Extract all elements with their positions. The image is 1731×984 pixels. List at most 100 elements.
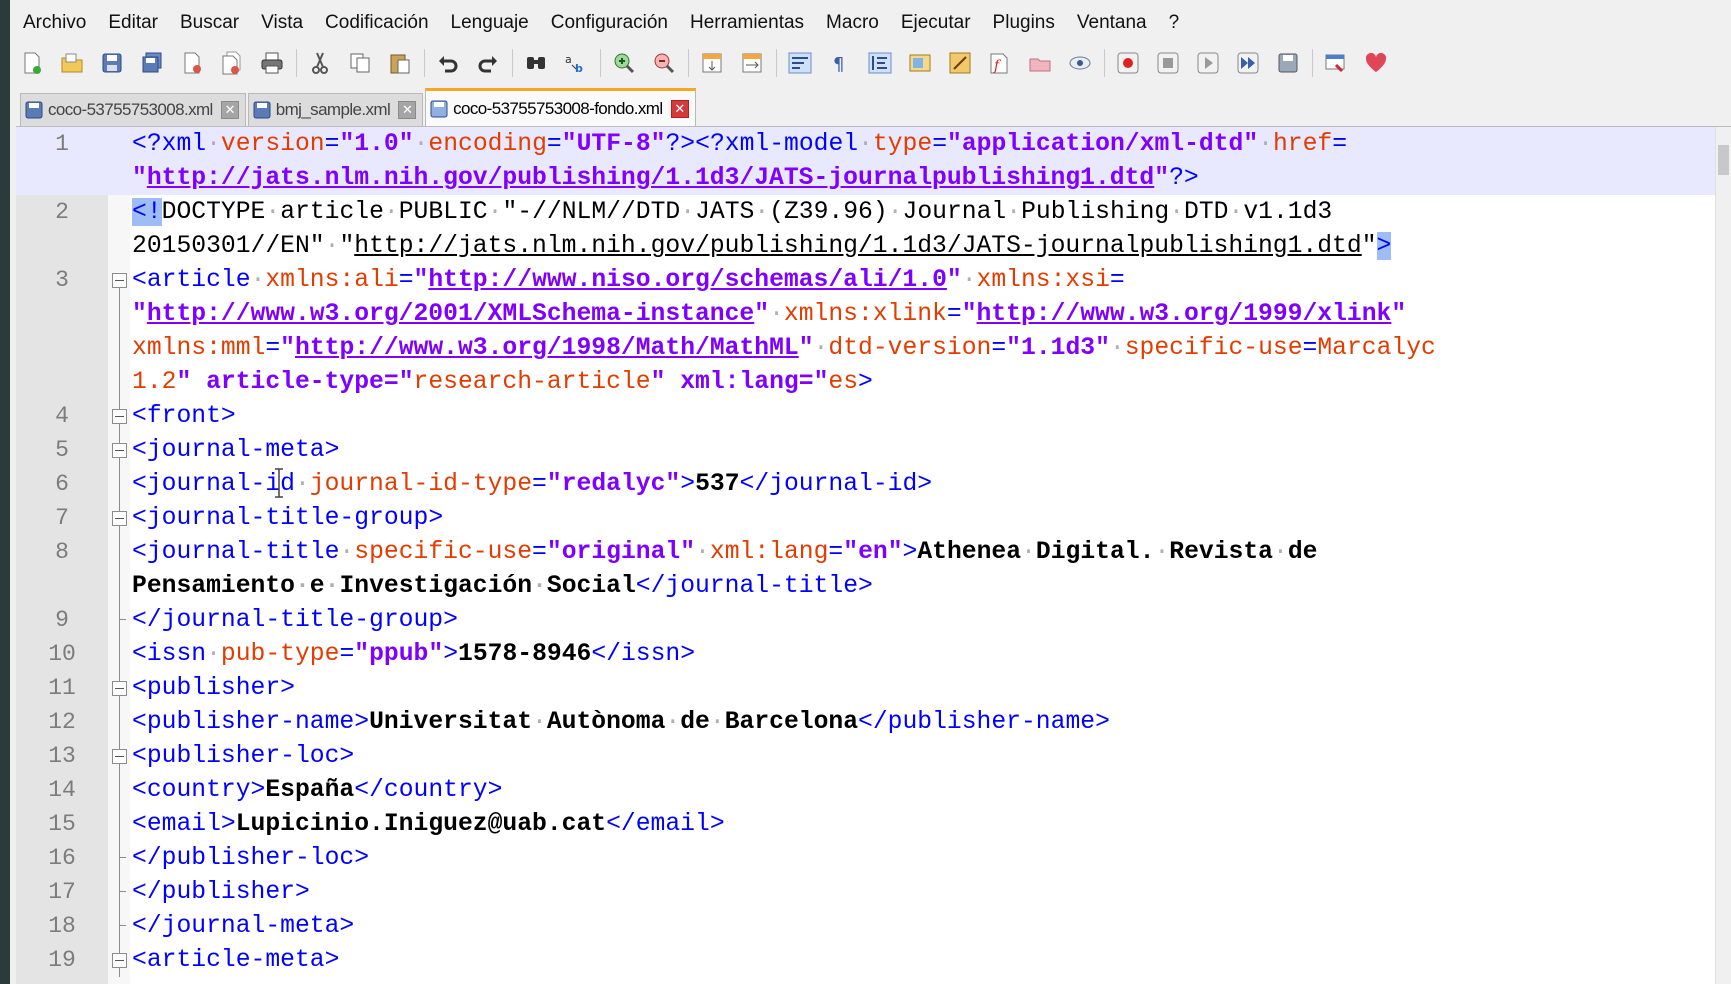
fold-toggle-icon[interactable] [109,399,129,433]
code-line[interactable]: 10 <issn·pub-type="ppub">1578-8946</issn> [16,637,1716,671]
menu-vista[interactable]: Vista [250,0,314,46]
code-line[interactable]: 15 <email>Lupicinio.Iniguez@uab.cat</emai… [16,807,1716,841]
undo-icon[interactable] [434,49,462,77]
save-all-icon[interactable] [138,49,166,77]
run-macro-multiple-icon[interactable] [1234,49,1262,77]
fold-toggle-icon[interactable] [109,739,129,773]
code-text[interactable]: <journal-title-group> [132,501,443,535]
copy-icon[interactable] [346,49,374,77]
scrollbar-thumb[interactable] [1718,145,1729,175]
code-line[interactable]: 3 <article·xmlns:ali="http://www.niso.org… [16,263,1716,297]
code-text[interactable]: <journal-id·journal-id-type="redalyc">53… [132,467,932,501]
code-text[interactable]: Pensamiento·e·Investigación·Social</jour… [132,569,873,603]
code-text[interactable]: <article·xmlns:ali="http://www.niso.org/… [132,263,1125,297]
code-text[interactable]: <email>Lupicinio.Iniguez@uab.cat</email> [132,807,725,841]
vertical-scrollbar[interactable] [1715,127,1731,984]
fold-toggle-icon[interactable] [109,433,129,467]
code-line[interactable]: 20150301//EN"·"http://jats.nlm.nih.gov/p… [16,229,1716,263]
tab-bmj-sample[interactable]: bmj_sample.xml ✕ [247,93,424,126]
code-line[interactable]: 18 </journal-meta> [16,909,1716,943]
code-line[interactable]: "http://jats.nlm.nih.gov/publishing/1.1d… [16,161,1716,195]
code-text[interactable]: xmlns:mml="http://www.w3.org/1998/Math/M… [132,331,1436,365]
menu-configuracion[interactable]: Configuración [540,0,679,46]
heart-icon[interactable] [1362,49,1390,77]
open-file-icon[interactable] [58,49,86,77]
paste-icon[interactable] [386,49,414,77]
close-tab-icon[interactable]: ✕ [670,99,689,118]
code-line[interactable]: 13 <publisher-loc> [16,739,1716,773]
code-editor[interactable]: 1 <?xml·version="1.0"·encoding="UTF-8"?><… [16,126,1731,984]
close-all-icon[interactable] [218,49,246,77]
stop-macro-icon[interactable] [1154,49,1182,77]
code-text[interactable]: "http://jats.nlm.nih.gov/publishing/1.1d… [132,161,1731,195]
code-line[interactable]: xmlns:mml="http://www.w3.org/1998/Math/M… [16,331,1716,365]
zoom-in-icon[interactable] [610,49,638,77]
code-text[interactable]: <front> [132,399,236,433]
menu-editar[interactable]: Editar [97,0,169,46]
code-text[interactable]: <country>España</country> [132,773,502,807]
menu-ejecutar[interactable]: Ejecutar [890,0,982,46]
fold-toggle-icon[interactable] [109,501,129,535]
menu-lenguaje[interactable]: Lenguaje [440,0,540,46]
menu-plugins[interactable]: Plugins [982,0,1066,46]
code-line[interactable]: 8 <journal-title·specific-use="original"·… [16,535,1716,569]
monitor-icon[interactable] [1026,49,1054,77]
code-text[interactable]: <journal-meta> [132,433,339,467]
code-line[interactable]: Pensamiento·e·Investigación·Social</jour… [16,569,1716,603]
code-text[interactable]: <!DOCTYPE·article·PUBLIC·"-//NLM//DTD·JA… [132,195,1332,229]
tab-coco-53755753008-fondo[interactable]: coco-53755753008-fondo.xml ✕ [425,88,696,126]
play-macro-icon[interactable] [1194,49,1222,77]
code-text[interactable]: </journal-title-group> [132,603,458,637]
code-line[interactable]: 7 <journal-title-group> [16,501,1716,535]
save-icon[interactable] [98,49,126,77]
code-line[interactable]: 6 <journal-id·journal-id-type="redalyc">5… [16,467,1716,501]
new-file-icon[interactable] [18,49,46,77]
find-icon[interactable] [522,49,550,77]
code-line[interactable]: 1 <?xml·version="1.0"·encoding="UTF-8"?><… [16,127,1716,161]
code-line[interactable]: 19 <article-meta> [16,943,1716,977]
code-text[interactable]: 20150301//EN"·"http://jats.nlm.nih.gov/p… [132,229,1392,263]
close-icon[interactable] [178,49,206,77]
code-text[interactable]: <publisher> [132,671,295,705]
fold-toggle-icon[interactable] [109,671,129,705]
word-wrap-icon[interactable] [786,49,814,77]
code-text[interactable]: <?xml·version="1.0"·encoding="UTF-8"?><?… [132,127,1731,161]
print-icon[interactable] [258,49,286,77]
code-text[interactable]: <publisher-name>Universitat·Autònoma·de·… [132,705,1110,739]
plugin-icon[interactable] [1322,49,1350,77]
menu-ventana[interactable]: Ventana [1066,0,1158,46]
cut-icon[interactable] [306,49,334,77]
menu-archivo[interactable]: Archivo [10,0,97,46]
replace-icon[interactable]: ab [562,49,590,77]
code-line[interactable]: 17 </publisher> [16,875,1716,909]
code-line[interactable]: 14 <country>España</country> [16,773,1716,807]
folder-workspace-icon[interactable]: f [986,49,1014,77]
code-text[interactable]: </journal-meta> [132,909,354,943]
code-line[interactable]: 1.2" article-type="research-article" xml… [16,365,1716,399]
close-tab-icon[interactable]: ✕ [398,101,417,119]
code-text[interactable]: <journal-title·specific-use="original"·x… [132,535,1317,569]
function-list-icon[interactable] [946,49,974,77]
menu-help[interactable]: ? [1158,0,1191,46]
save-macro-icon[interactable] [1274,49,1302,77]
code-line[interactable]: 11 <publisher> [16,671,1716,705]
code-text[interactable]: </publisher-loc> [132,841,369,875]
menu-macro[interactable]: Macro [815,0,890,46]
code-line[interactable]: "http://www.w3.org/2001/XMLSchema-instan… [16,297,1716,331]
code-text[interactable]: 1.2" article-type="research-article" xml… [132,365,873,399]
code-text[interactable]: "http://www.w3.org/2001/XMLSchema-instan… [132,297,1406,331]
doc-map-icon[interactable] [906,49,934,77]
menu-herramientas[interactable]: Herramientas [679,0,815,46]
show-all-chars-icon[interactable]: ¶ [826,49,854,77]
fold-toggle-icon[interactable] [109,943,129,977]
code-line[interactable]: 5 <journal-meta> [16,433,1716,467]
redo-icon[interactable] [474,49,502,77]
code-line[interactable]: 9 </journal-title-group> [16,603,1716,637]
tab-coco-53755753008[interactable]: coco-53755753008.xml ✕ [20,93,246,126]
fold-toggle-icon[interactable] [109,263,129,297]
code-text[interactable]: <publisher-loc> [132,739,354,773]
close-tab-icon[interactable]: ✕ [220,101,239,119]
eye-icon[interactable] [1066,49,1094,77]
indent-guide-icon[interactable] [866,49,894,77]
sync-vertical-icon[interactable] [698,49,726,77]
